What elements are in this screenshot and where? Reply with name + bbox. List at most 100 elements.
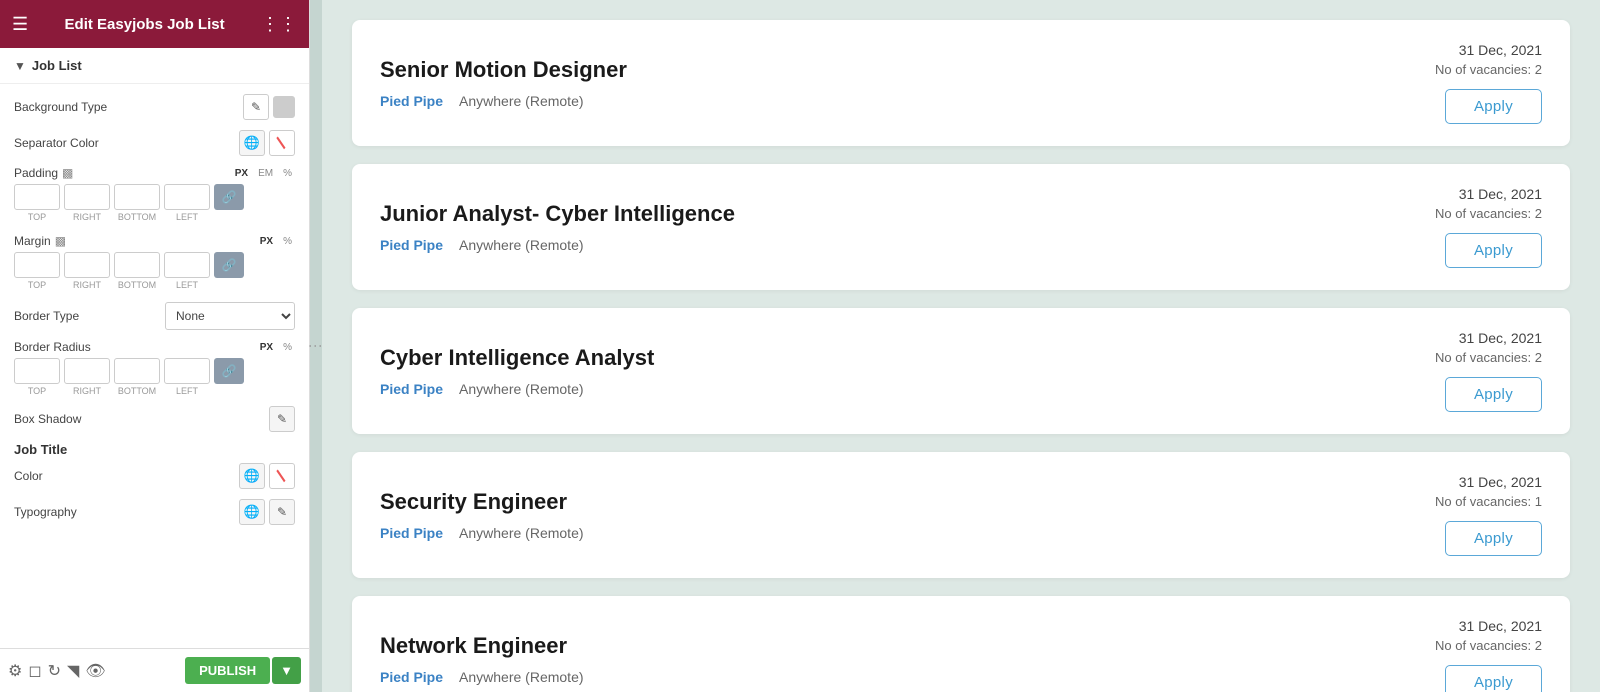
border-radius-section: Border Radius PX % 🔗 TOP RIGHT BO: [14, 340, 295, 396]
padding-unit-px[interactable]: PX: [232, 167, 251, 180]
job-date: 31 Dec, 2021: [1362, 618, 1542, 634]
margin-link-btn[interactable]: 🔗: [214, 252, 244, 278]
apply-button[interactable]: Apply: [1445, 377, 1542, 412]
padding-bottom-input[interactable]: [114, 184, 160, 210]
job-location: Anywhere (Remote): [459, 381, 584, 397]
separator-globe-icon[interactable]: 🌐: [239, 130, 265, 156]
padding-left-label: LEFT: [164, 212, 210, 222]
apply-button[interactable]: Apply: [1445, 233, 1542, 268]
padding-units: PX EM %: [232, 167, 295, 180]
padding-unit-percent[interactable]: %: [280, 167, 295, 180]
apply-button[interactable]: Apply: [1445, 89, 1542, 124]
job-info: Junior Analyst- Cyber Intelligence Pied …: [380, 201, 1362, 253]
job-date: 31 Dec, 2021: [1362, 186, 1542, 202]
border-radius-label-row: Border Radius PX %: [14, 340, 295, 354]
job-date: 31 Dec, 2021: [1362, 42, 1542, 58]
publish-group: PUBLISH ▼: [185, 657, 301, 684]
typography-label: Typography: [14, 505, 77, 519]
box-shadow-edit-icon[interactable]: ✎: [269, 406, 295, 432]
job-location: Anywhere (Remote): [459, 237, 584, 253]
publish-dropdown-button[interactable]: ▼: [272, 657, 301, 684]
template-icon[interactable]: ◥: [67, 661, 79, 681]
padding-unit-em[interactable]: EM: [255, 167, 276, 180]
layers-icon[interactable]: ◻: [28, 661, 41, 681]
br-right-input[interactable]: [64, 358, 110, 384]
border-type-select[interactable]: None Solid Dashed Dotted: [165, 302, 295, 330]
box-shadow-label: Box Shadow: [14, 412, 81, 426]
margin-top-label: TOP: [14, 280, 60, 290]
padding-top-input[interactable]: [14, 184, 60, 210]
padding-left-input[interactable]: [164, 184, 210, 210]
separator-color-controls: 🌐 /: [239, 130, 295, 156]
panel-title: Edit Easyjobs Job List: [65, 16, 225, 33]
border-type-label: Border Type: [14, 309, 79, 323]
margin-right-input[interactable]: [64, 252, 110, 278]
margin-top-input[interactable]: [14, 252, 60, 278]
padding-right-input[interactable]: [64, 184, 110, 210]
job-company: Pied Pipe: [380, 525, 443, 541]
border-type-row: Border Type None Solid Dashed Dotted: [14, 302, 295, 330]
br-top-label: TOP: [14, 386, 60, 396]
job-card: Network Engineer Pied Pipe Anywhere (Rem…: [352, 596, 1570, 692]
padding-link-btn[interactable]: 🔗: [214, 184, 244, 210]
settings-icon[interactable]: ⚙: [8, 661, 22, 681]
margin-unit-px[interactable]: PX: [257, 235, 276, 248]
margin-left-input[interactable]: [164, 252, 210, 278]
job-date: 31 Dec, 2021: [1362, 330, 1542, 346]
job-location: Anywhere (Remote): [459, 525, 584, 541]
margin-unit-percent[interactable]: %: [280, 235, 295, 248]
publish-button[interactable]: PUBLISH: [185, 657, 270, 684]
color-slash-icon[interactable]: /: [269, 463, 295, 489]
br-bottom-input[interactable]: [114, 358, 160, 384]
br-unit-percent[interactable]: %: [280, 341, 295, 354]
typography-pen-icon[interactable]: ✎: [269, 499, 295, 525]
panel-resizer[interactable]: ⋮: [310, 0, 322, 692]
br-unit-px[interactable]: PX: [257, 341, 276, 354]
br-link-btn[interactable]: 🔗: [214, 358, 244, 384]
margin-right-label: RIGHT: [64, 280, 110, 290]
apply-button[interactable]: Apply: [1445, 521, 1542, 556]
margin-bottom-input[interactable]: [114, 252, 160, 278]
job-vacancies: No of vacancies: 1: [1362, 494, 1542, 509]
job-info: Network Engineer Pied Pipe Anywhere (Rem…: [380, 633, 1362, 685]
margin-label: Margin ▩: [14, 234, 66, 248]
grid-icon[interactable]: ⋮⋮: [261, 14, 297, 35]
padding-inputs: 🔗: [14, 184, 295, 210]
job-info: Cyber Intelligence Analyst Pied Pipe Any…: [380, 345, 1362, 397]
separator-color-label: Separator Color: [14, 136, 99, 150]
border-radius-units: PX %: [257, 341, 295, 354]
apply-button[interactable]: Apply: [1445, 665, 1542, 692]
job-date: 31 Dec, 2021: [1362, 474, 1542, 490]
separator-slash-icon[interactable]: /: [269, 130, 295, 156]
br-left-input[interactable]: [164, 358, 210, 384]
job-title-subsection: Job Title: [14, 442, 295, 457]
background-square-btn[interactable]: [273, 96, 295, 118]
border-radius-label: Border Radius: [14, 340, 91, 354]
section-header[interactable]: ▼ Job List: [0, 48, 309, 84]
border-radius-inputs: 🔗: [14, 358, 295, 384]
job-right: 31 Dec, 2021 No of vacancies: 2 Apply: [1362, 42, 1542, 124]
color-label: Color: [14, 469, 43, 483]
job-title: Security Engineer: [380, 489, 1362, 515]
job-vacancies: No of vacancies: 2: [1362, 62, 1542, 77]
history-icon[interactable]: ↻: [48, 661, 61, 681]
typography-globe-icon[interactable]: 🌐: [239, 499, 265, 525]
job-vacancies: No of vacancies: 2: [1362, 350, 1542, 365]
color-controls: 🌐 /: [239, 463, 295, 489]
br-top-input[interactable]: [14, 358, 60, 384]
margin-left-label: LEFT: [164, 280, 210, 290]
hamburger-icon[interactable]: ☰: [12, 14, 28, 35]
job-info: Senior Motion Designer Pied Pipe Anywher…: [380, 57, 1362, 109]
job-card: Junior Analyst- Cyber Intelligence Pied …: [352, 164, 1570, 290]
job-meta: Pied Pipe Anywhere (Remote): [380, 669, 1362, 685]
background-pen-btn[interactable]: ✎: [243, 94, 269, 120]
margin-bottom-label: BOTTOM: [114, 280, 160, 290]
eye-icon[interactable]: 👁: [85, 661, 105, 681]
padding-label: Padding ▩: [14, 166, 73, 180]
job-meta: Pied Pipe Anywhere (Remote): [380, 93, 1362, 109]
job-location: Anywhere (Remote): [459, 93, 584, 109]
br-left-label: LEFT: [164, 386, 210, 396]
job-vacancies: No of vacancies: 2: [1362, 638, 1542, 653]
job-location: Anywhere (Remote): [459, 669, 584, 685]
color-globe-icon[interactable]: 🌐: [239, 463, 265, 489]
